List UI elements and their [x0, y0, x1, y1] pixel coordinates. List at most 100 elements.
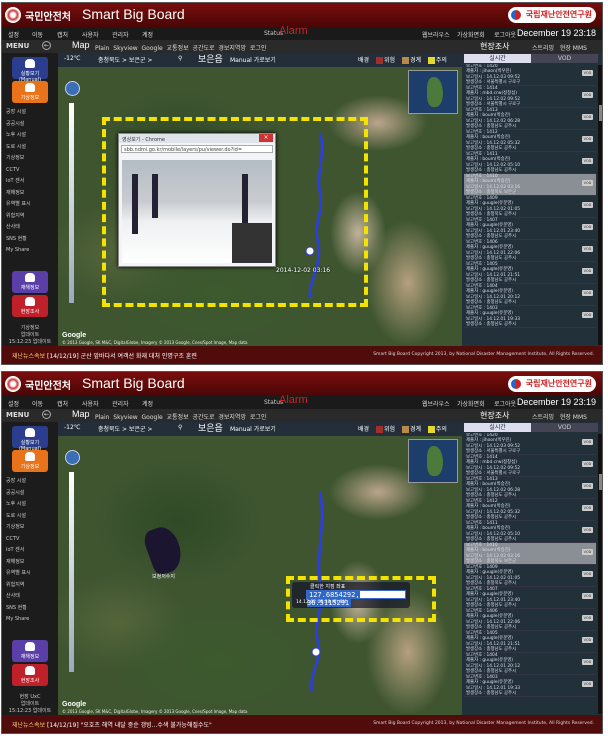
- sidebar-weather-button[interactable]: 기상정보: [12, 450, 48, 472]
- sidebar-item[interactable]: 노후 시설: [6, 130, 54, 142]
- vod-button[interactable]: VOD: [582, 136, 593, 142]
- vod-button[interactable]: VOD: [582, 505, 593, 511]
- virtual-screen-button[interactable]: 가상화면회: [457, 30, 485, 39]
- news-ticker[interactable]: 재난뉴스속보 [14/12/19] "오호츠 해역 내달 중순 갱빙...수색 …: [12, 720, 212, 729]
- list-item[interactable]: 보고번호 : 1409 제출자 : guugle(유문영) 보고일시 : 14.12…: [464, 565, 596, 587]
- vod-button[interactable]: VOD: [582, 637, 593, 643]
- list-item[interactable]: 보고번호 : 1420 제출자 : jihoon(박우진) 보고일시 : 14.12…: [464, 433, 596, 455]
- list-item[interactable]: 보고번호 : 1414 제출자 : mbd.crw(정창섭) 보고일시 : 14.1…: [464, 86, 596, 108]
- list-item[interactable]: 보고번호 : 1404 제출자 : guugle(유문영) 보고일시 : 14.12…: [464, 284, 596, 306]
- user-button[interactable]: 사용자: [82, 399, 99, 408]
- close-icon[interactable]: ×: [259, 134, 273, 142]
- layer-skyview[interactable]: Skyview: [113, 414, 137, 421]
- vod-button[interactable]: VOD: [582, 202, 593, 208]
- list-item-selected[interactable]: 보고번호 : 1410 제출자 : boum(박승진) 보고일시 : 14.12.0…: [464, 174, 596, 196]
- news-ticker[interactable]: 재난뉴스속보 [14/12/19] 군산 앞바다서 여객선 화재 대처 인명구조…: [12, 351, 197, 360]
- list-item[interactable]: 보고번호 : 1413 제출자 : boum(박승진) 보고일시 : 14.12.0…: [464, 108, 596, 130]
- sidebar-item[interactable]: 공공시설: [6, 488, 54, 500]
- sidebar-item[interactable]: 유역별 표시: [6, 199, 54, 211]
- sidebar-item[interactable]: 공공시설: [6, 119, 54, 131]
- vod-button[interactable]: VOD: [582, 461, 593, 467]
- search-icon[interactable]: ⚲: [178, 55, 182, 62]
- layer-login[interactable]: 로그인: [250, 45, 267, 52]
- list-item[interactable]: 보고번호 : 1412 제출자 : boum(박승진) 보고일시 : 14.12.0…: [464, 499, 596, 521]
- sidebar-item[interactable]: My Share: [6, 245, 54, 257]
- sidebar-item[interactable]: 기상정보: [6, 522, 54, 534]
- vod-button[interactable]: VOD: [582, 549, 593, 555]
- list-item[interactable]: 보고번호 : 1411 제출자 : boum(박승진) 보고일시 : 14.12.0…: [464, 152, 596, 174]
- vod-button[interactable]: VOD: [582, 681, 593, 687]
- field-mms-button[interactable]: 현장 MMS: [560, 414, 587, 421]
- sidebar-live-view-button[interactable]: 실황보기 (Manual): [12, 426, 48, 452]
- menu-label[interactable]: MENU: [6, 411, 29, 419]
- sidebar-disaster-button[interactable]: 재해정보: [12, 271, 48, 293]
- move-button[interactable]: 이동: [32, 30, 43, 39]
- sidebar-item[interactable]: 기상정보: [6, 153, 54, 165]
- virtual-screen-button[interactable]: 가상화면회: [457, 399, 485, 408]
- map-view[interactable]: -12℃ 충청북도 > 보은군 > 보은읍 ⚲ Manual 가로보기 배경 위…: [58, 53, 462, 348]
- sidebar-item[interactable]: 위험지역: [6, 211, 54, 223]
- map-view[interactable]: 보청저수지 -12℃ 충청북도 > 보은군 > 보은읍 ⚲ Manual 가로보…: [58, 422, 462, 717]
- vod-button[interactable]: VOD: [582, 180, 593, 186]
- menu-label[interactable]: MENU: [6, 42, 29, 50]
- sidebar-item[interactable]: CCTV: [6, 165, 54, 177]
- admin-button[interactable]: 관리자: [112, 399, 129, 408]
- list-item[interactable]: 보고번호 : 1403 제출자 : guugle(유문영) 보고일시 : 14.12…: [464, 306, 596, 328]
- settings-button[interactable]: 설정: [8, 399, 19, 408]
- sidebar-item[interactable]: SNS 현황: [6, 234, 54, 246]
- list-item[interactable]: 보고번호 : 1412 제출자 : boum(박승진) 보고일시 : 14.12.0…: [464, 130, 596, 152]
- vod-button[interactable]: VOD: [582, 527, 593, 533]
- web-browser-button[interactable]: 웹브라우스: [422, 399, 450, 408]
- vod-button[interactable]: VOD: [582, 290, 593, 296]
- logout-button[interactable]: 로그아웃: [494, 30, 516, 39]
- account-button[interactable]: 계정: [142, 399, 153, 408]
- list-item[interactable]: 보고번호 : 1406 제출자 : guugle(유문영) 보고일시 : 14.12…: [464, 609, 596, 631]
- zoom-slider[interactable]: [69, 103, 74, 303]
- alarm-indicator[interactable]: Alarm: [279, 25, 308, 37]
- sidebar-item[interactable]: 위험지역: [6, 580, 54, 592]
- list-item[interactable]: 보고번호 : 1406 제출자 : guugle(유문영) 보고일시 : 14.12…: [464, 240, 596, 262]
- list-item[interactable]: 보고번호 : 1414 제출자 : mbd.crw(정창섭) 보고일시 : 14.1…: [464, 455, 596, 477]
- sidebar-item[interactable]: IoT 센서: [6, 176, 54, 188]
- coordinate-field[interactable]: 127.6854292, 36.5115291: [306, 590, 406, 607]
- sidebar-item[interactable]: CCTV: [6, 534, 54, 546]
- sidebar-item[interactable]: 유역별 표시: [6, 568, 54, 580]
- layer-skyview[interactable]: Skyview: [113, 45, 137, 52]
- sidebar-item[interactable]: 도로 시설: [6, 142, 54, 154]
- layer-traffic[interactable]: 교통정보: [167, 414, 189, 421]
- web-browser-button[interactable]: 웹브라우스: [422, 30, 450, 39]
- sidebar-live-view-button[interactable]: 실황보기 (Manual): [12, 57, 48, 83]
- vod-button[interactable]: VOD: [582, 158, 593, 164]
- list-item[interactable]: 보고번호 : 1404 제출자 : guugle(유문영) 보고일시 : 14.12…: [464, 653, 596, 675]
- vod-button[interactable]: VOD: [582, 659, 593, 665]
- capture-button[interactable]: 캡처: [57, 399, 68, 408]
- sidebar-item[interactable]: SNS 현황: [6, 603, 54, 615]
- layer-login[interactable]: 로그인: [250, 414, 267, 421]
- back-arrow-icon[interactable]: ←: [42, 41, 51, 50]
- scrollbar[interactable]: [598, 434, 602, 714]
- list-item[interactable]: 보고번호 : 1413 제출자 : boum(박승진) 보고일시 : 14.12.0…: [464, 477, 596, 499]
- back-arrow-icon[interactable]: ←: [42, 410, 51, 419]
- list-item[interactable]: 보고번호 : 1420 제출자 : jihoon(박우진) 보고일시 : 14.12…: [464, 64, 596, 86]
- layer-traffic[interactable]: 교통정보: [167, 45, 189, 52]
- list-item[interactable]: 보고번호 : 1409 제출자 : guugle(유문영) 보고일시 : 14.12…: [464, 196, 596, 218]
- video-popup-window[interactable]: 영상보기 - Chrome × sbb.ndmi.go.kr/mobile/lay…: [118, 133, 276, 267]
- list-item[interactable]: 보고번호 : 1405 제출자 : guugle(유문영) 보고일시 : 14.12…: [464, 631, 596, 653]
- vod-button[interactable]: VOD: [582, 571, 593, 577]
- vod-button[interactable]: VOD: [582, 114, 593, 120]
- list-item-selected[interactable]: 보고번호 : 1410 제출자 : boum(박승진) 보고일시 : 14.12.0…: [464, 543, 596, 565]
- vod-button[interactable]: VOD: [582, 246, 593, 252]
- move-button[interactable]: 이동: [32, 399, 43, 408]
- vod-button[interactable]: VOD: [582, 268, 593, 274]
- sidebar-field-survey-button[interactable]: 현장조사: [12, 295, 48, 317]
- vod-button[interactable]: VOD: [582, 224, 593, 230]
- streaming-button[interactable]: 스트리밍: [532, 414, 554, 421]
- layer-road[interactable]: 공간도로: [192, 414, 214, 421]
- list-item[interactable]: 보고번호 : 1403 제출자 : guugle(유문영) 보고일시 : 14.12…: [464, 675, 596, 697]
- search-icon[interactable]: ⚲: [178, 424, 182, 431]
- vod-button[interactable]: VOD: [582, 615, 593, 621]
- sidebar-item[interactable]: 도로 시설: [6, 511, 54, 523]
- sidebar-item[interactable]: My Share: [6, 614, 54, 626]
- sidebar-item[interactable]: IoT 센서: [6, 545, 54, 557]
- logout-button[interactable]: 로그아웃: [494, 399, 516, 408]
